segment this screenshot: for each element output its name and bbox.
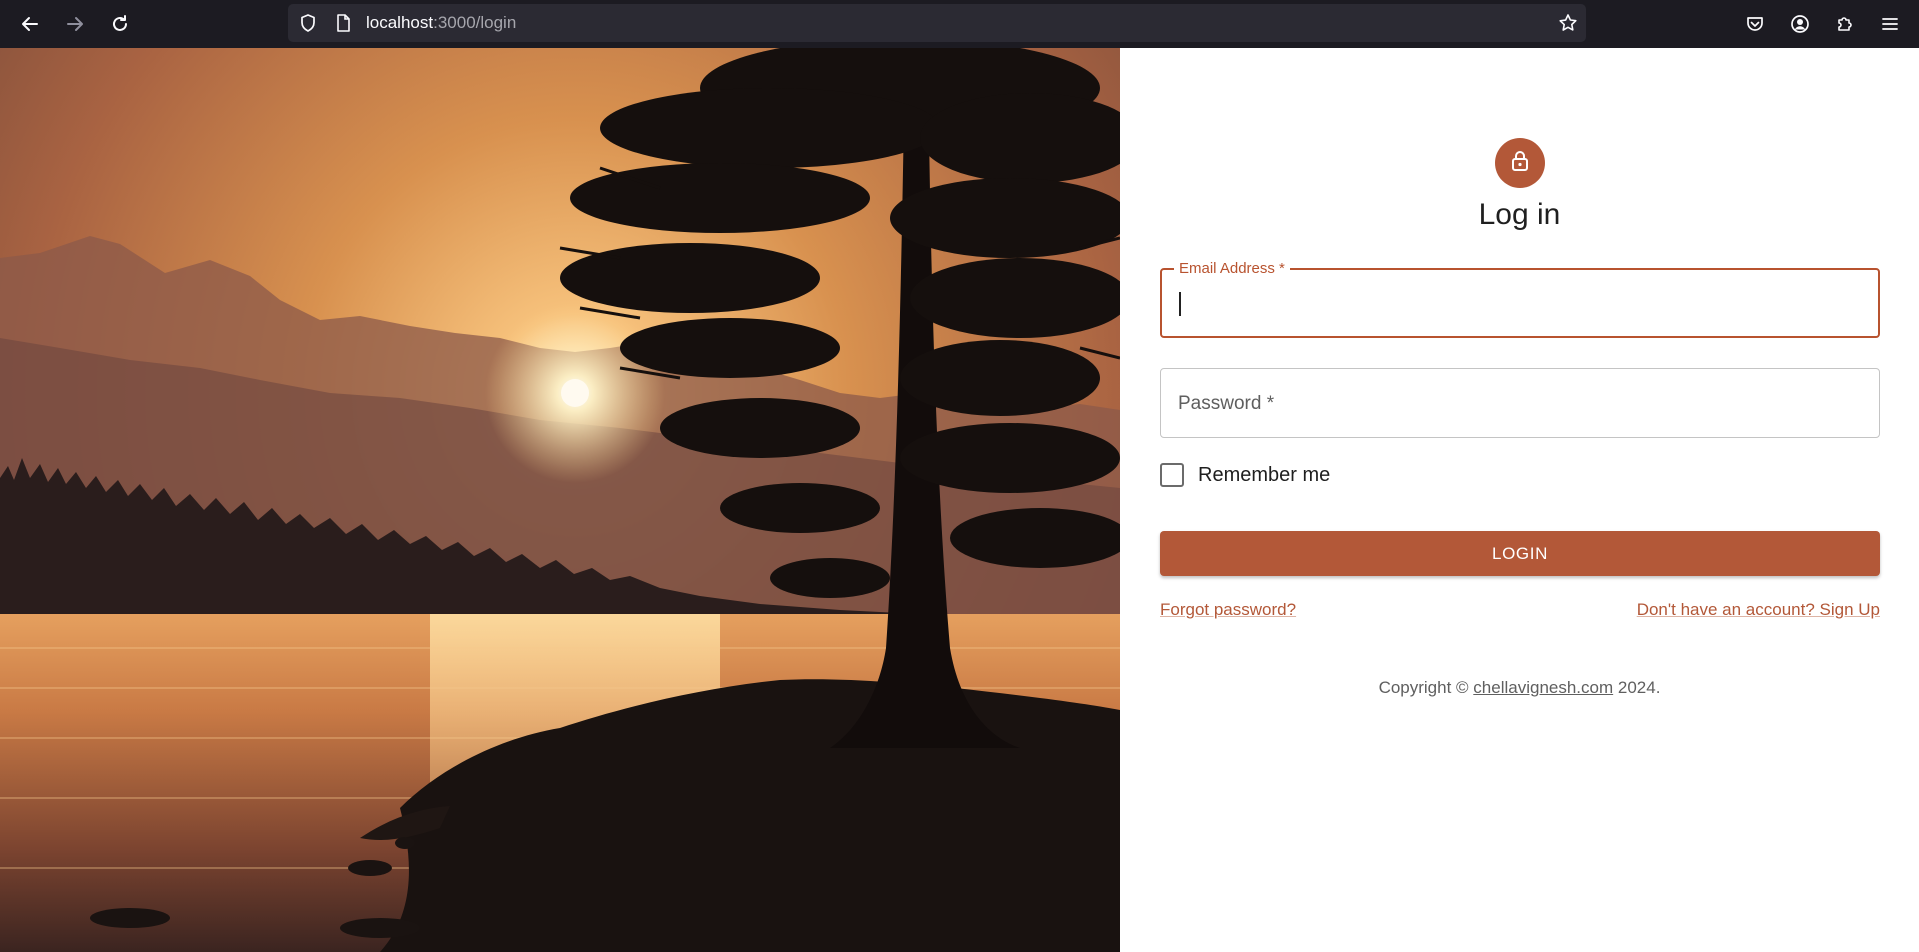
sign-up-link[interactable]: Don't have an account? Sign Up — [1637, 600, 1880, 620]
remember-label[interactable]: Remember me — [1198, 464, 1330, 487]
forgot-password-link[interactable]: Forgot password? — [1160, 600, 1296, 620]
lock-icon — [1508, 149, 1532, 178]
back-arrow-icon[interactable] — [14, 8, 46, 40]
url-host: localhost — [366, 13, 434, 32]
address-bar[interactable]: localhost:3000/login — [288, 4, 1586, 42]
password-input[interactable] — [1161, 369, 1879, 437]
avatar — [1495, 138, 1545, 188]
browser-toolbar: localhost:3000/login — [0, 0, 1919, 48]
account-icon[interactable] — [1784, 8, 1816, 40]
hero-image — [0, 48, 1120, 952]
copyright: Copyright © chellavignesh.com 2024. — [1120, 678, 1919, 698]
email-input[interactable] — [1162, 270, 1878, 336]
page-icon[interactable] — [334, 13, 352, 33]
menu-icon[interactable] — [1874, 8, 1906, 40]
password-field[interactable]: Password * — [1160, 368, 1880, 438]
login-button[interactable]: LOGIN — [1160, 531, 1880, 576]
pocket-icon[interactable] — [1739, 8, 1771, 40]
remember-me[interactable]: Remember me — [1160, 460, 1330, 490]
login-panel: Log in Email Address * Password * Rememb… — [1120, 48, 1919, 952]
forward-arrow-icon[interactable] — [59, 8, 91, 40]
reload-icon[interactable] — [104, 8, 136, 40]
copyright-site-link[interactable]: chellavignesh.com — [1473, 678, 1613, 697]
url-path: :3000/login — [433, 13, 517, 32]
star-icon[interactable] — [1558, 13, 1578, 33]
extensions-icon[interactable] — [1829, 8, 1861, 40]
email-field[interactable]: Email Address * — [1160, 260, 1880, 338]
page-title: Log in — [1478, 198, 1561, 231]
copyright-suffix: 2024. — [1613, 678, 1661, 697]
shield-icon[interactable] — [298, 13, 318, 33]
remember-checkbox[interactable] — [1160, 463, 1184, 487]
copyright-prefix: Copyright © — [1378, 678, 1474, 697]
url-text[interactable]: localhost:3000/login — [366, 14, 516, 32]
